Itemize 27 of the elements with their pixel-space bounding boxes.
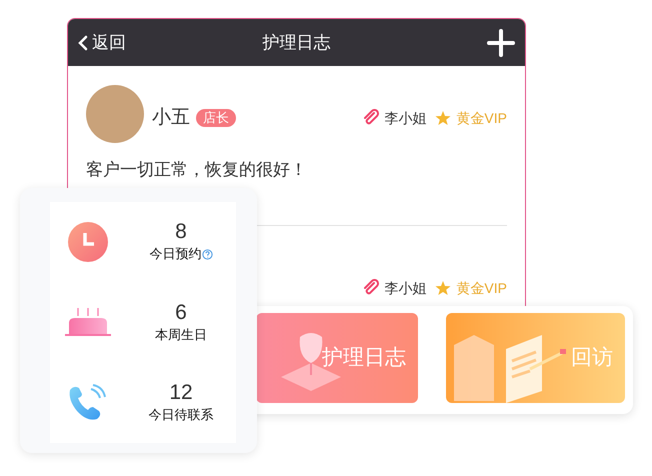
vip-level: 黄金VIP <box>456 278 507 298</box>
chevron-left-icon <box>78 34 88 50</box>
phone-icon <box>67 384 109 422</box>
back-button[interactable]: 返回 <box>78 30 126 56</box>
star-icon <box>434 109 452 127</box>
help-icon[interactable] <box>202 248 212 260</box>
stat-label: 今日预约 <box>150 245 202 264</box>
star-icon <box>434 279 452 297</box>
page-title: 护理日志 <box>262 32 330 54</box>
customer-name: 李小姐 <box>384 278 426 298</box>
stat-label: 今日待联系 <box>148 406 214 424</box>
paperclip-icon <box>362 279 380 297</box>
customer-name: 李小姐 <box>384 108 426 128</box>
stat-label: 本周生日 <box>155 326 207 344</box>
stat-value: 12 <box>169 381 193 406</box>
paperclip-icon <box>362 109 380 127</box>
role-badge: 店长 <box>196 109 236 127</box>
clock-icon <box>68 222 108 262</box>
stat-value: 8 <box>175 220 187 244</box>
vip-level: 黄金VIP <box>456 108 507 128</box>
stat-value: 6 <box>175 300 187 325</box>
action-tile[interactable]: 护理日志 <box>256 313 418 403</box>
log-content: 客户一切正常，恢复的很好！ <box>86 159 308 181</box>
action-tile[interactable]: 回访 <box>446 313 625 403</box>
author-name: 小五 <box>152 106 190 130</box>
add-icon[interactable] <box>487 28 515 56</box>
cake-icon <box>65 307 111 338</box>
